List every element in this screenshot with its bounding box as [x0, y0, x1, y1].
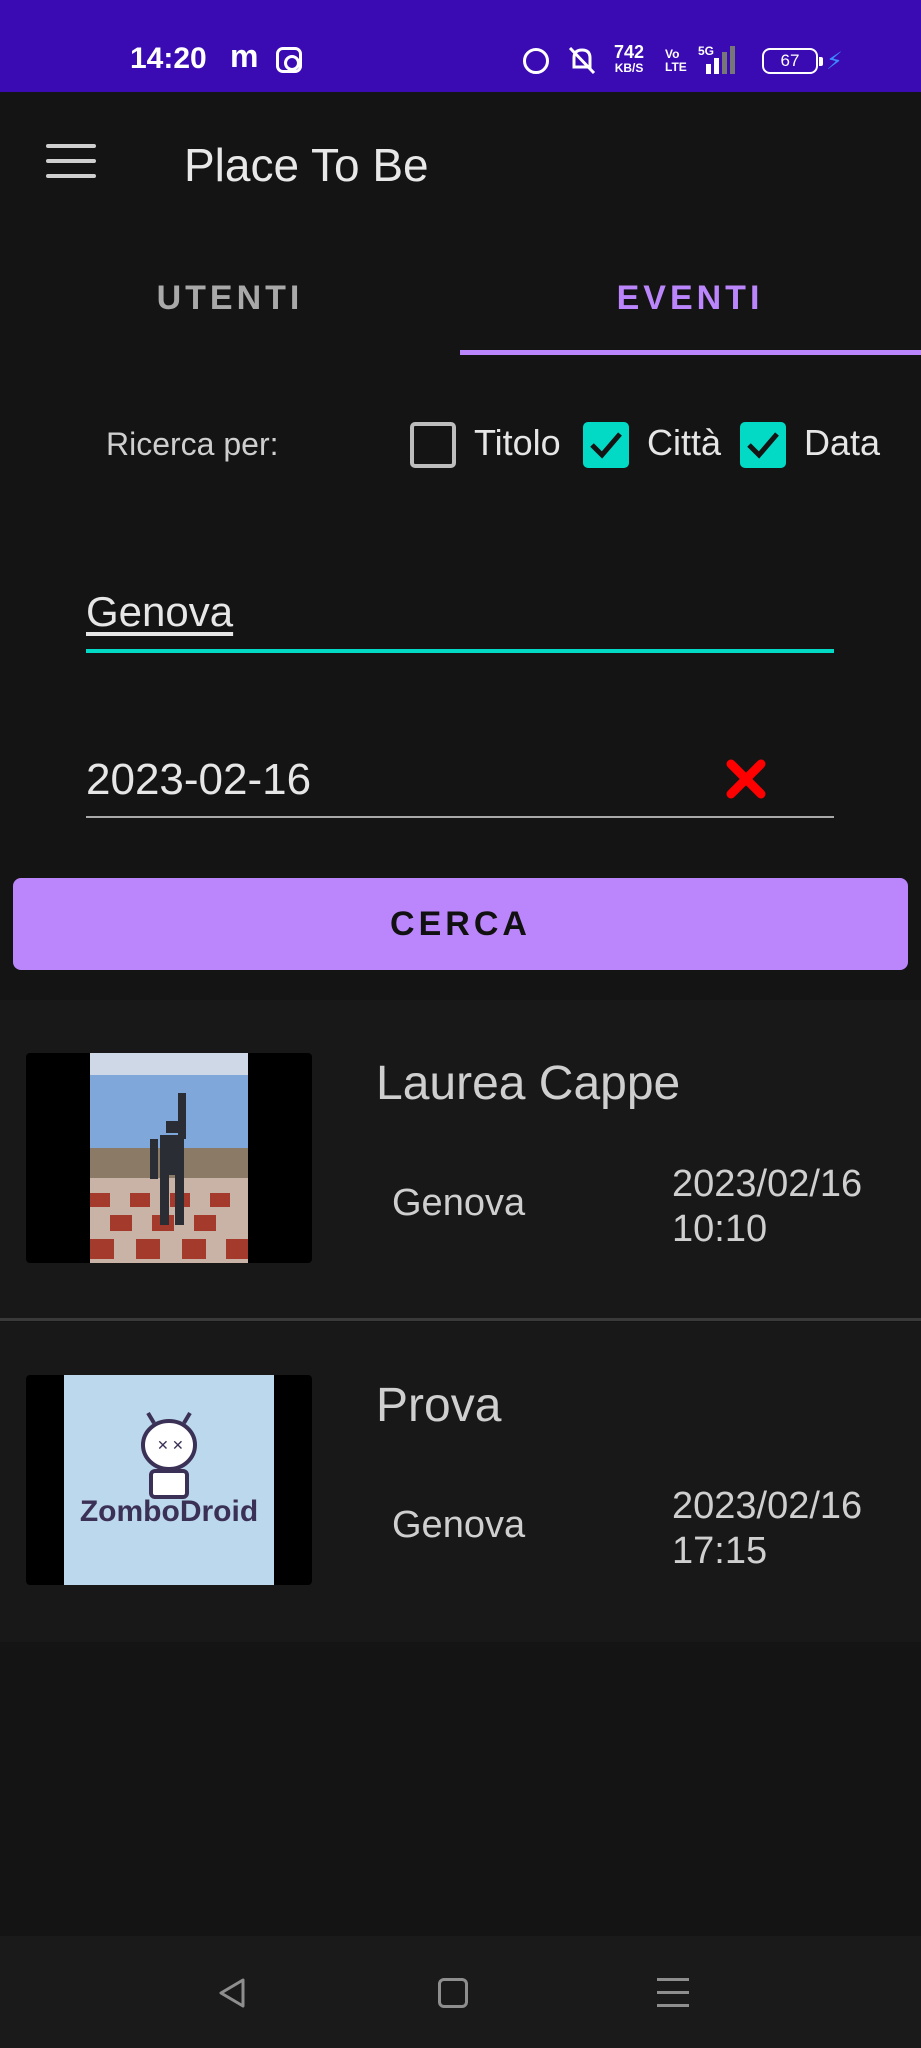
app-title: Place To Be — [184, 139, 429, 191]
charging-bolt-icon: ⚡ — [826, 48, 843, 75]
checkbox-data-label: Data — [804, 422, 881, 463]
alarm-icon — [523, 48, 549, 74]
instagram-icon — [276, 47, 302, 73]
robot-image — [90, 1053, 248, 1263]
date-input[interactable]: 2023-02-16 — [86, 755, 311, 805]
svg-text:✕: ✕ — [157, 1438, 169, 1454]
divider — [0, 1318, 921, 1321]
event-thumbnail: ✕ ✕ ZomboDroid — [26, 1375, 312, 1585]
volte-icon: Vo LTE — [665, 47, 687, 74]
status-time: 14:20 — [130, 42, 207, 75]
event-title: Laurea Cappe — [376, 1057, 681, 1110]
search-button[interactable]: CERCA — [13, 878, 908, 970]
event-card[interactable]: ✕ ✕ ZomboDroid Prova Genova 2023/02/16 1… — [0, 1322, 921, 1642]
status-bar: 14:20 m 742 KB/S Vo LTE 5G 67 ⚡ — [0, 0, 921, 92]
event-datetime: 2023/02/16 17:15 — [672, 1484, 892, 1574]
checkbox-data[interactable] — [740, 422, 786, 468]
network-speed: 742 KB/S — [614, 42, 645, 75]
svg-text:ZomboDroid: ZomboDroid — [80, 1495, 258, 1528]
svg-text:5G: 5G — [698, 44, 714, 58]
check-icon — [747, 432, 779, 459]
menu-icon[interactable] — [46, 144, 96, 180]
date-input-underline — [86, 816, 834, 818]
event-city: Genova — [392, 1182, 526, 1224]
event-card[interactable]: Laurea Cappe Genova 2023/02/16 10:10 — [0, 1000, 921, 1320]
back-icon[interactable] — [215, 1976, 249, 2010]
recents-icon[interactable] — [657, 1978, 689, 2008]
tab-bar: UTENTI EVENTI — [0, 234, 921, 356]
tab-eventi[interactable]: EVENTI — [460, 234, 920, 356]
checkbox-titolo[interactable] — [410, 422, 456, 468]
checkbox-titolo-label: Titolo — [474, 422, 561, 463]
event-thumbnail — [26, 1053, 312, 1263]
bell-muted-icon — [568, 46, 596, 75]
svg-text:✕: ✕ — [172, 1438, 184, 1454]
city-input[interactable]: Genova — [86, 588, 834, 656]
tab-utenti[interactable]: UTENTI — [0, 234, 460, 356]
event-time: 10:10 — [672, 1208, 768, 1250]
signal-5g-icon: 5G — [698, 44, 735, 74]
battery-icon: 67 — [762, 48, 823, 74]
event-title: Prova — [376, 1379, 502, 1432]
checkbox-citta-label: Città — [647, 422, 722, 463]
system-nav-bar — [0, 1936, 921, 2048]
app-bar: Place To Be — [0, 92, 921, 234]
zombodroid-logo: ✕ ✕ ZomboDroid — [64, 1375, 274, 1585]
notification-m-icon: m — [230, 38, 259, 74]
checkbox-citta[interactable] — [583, 422, 629, 468]
check-icon — [590, 432, 622, 459]
search-by-label: Ricerca per: — [106, 426, 279, 462]
event-date: 2023/02/16 — [672, 1485, 863, 1527]
event-city: Genova — [392, 1504, 526, 1546]
tab-indicator — [460, 350, 921, 355]
clear-date-icon[interactable] — [725, 758, 767, 800]
event-date: 2023/02/16 — [672, 1163, 863, 1205]
home-icon[interactable] — [438, 1978, 468, 2008]
event-time: 17:15 — [672, 1530, 768, 1572]
event-datetime: 2023/02/16 10:10 — [672, 1162, 892, 1252]
city-input-underline — [86, 649, 834, 653]
